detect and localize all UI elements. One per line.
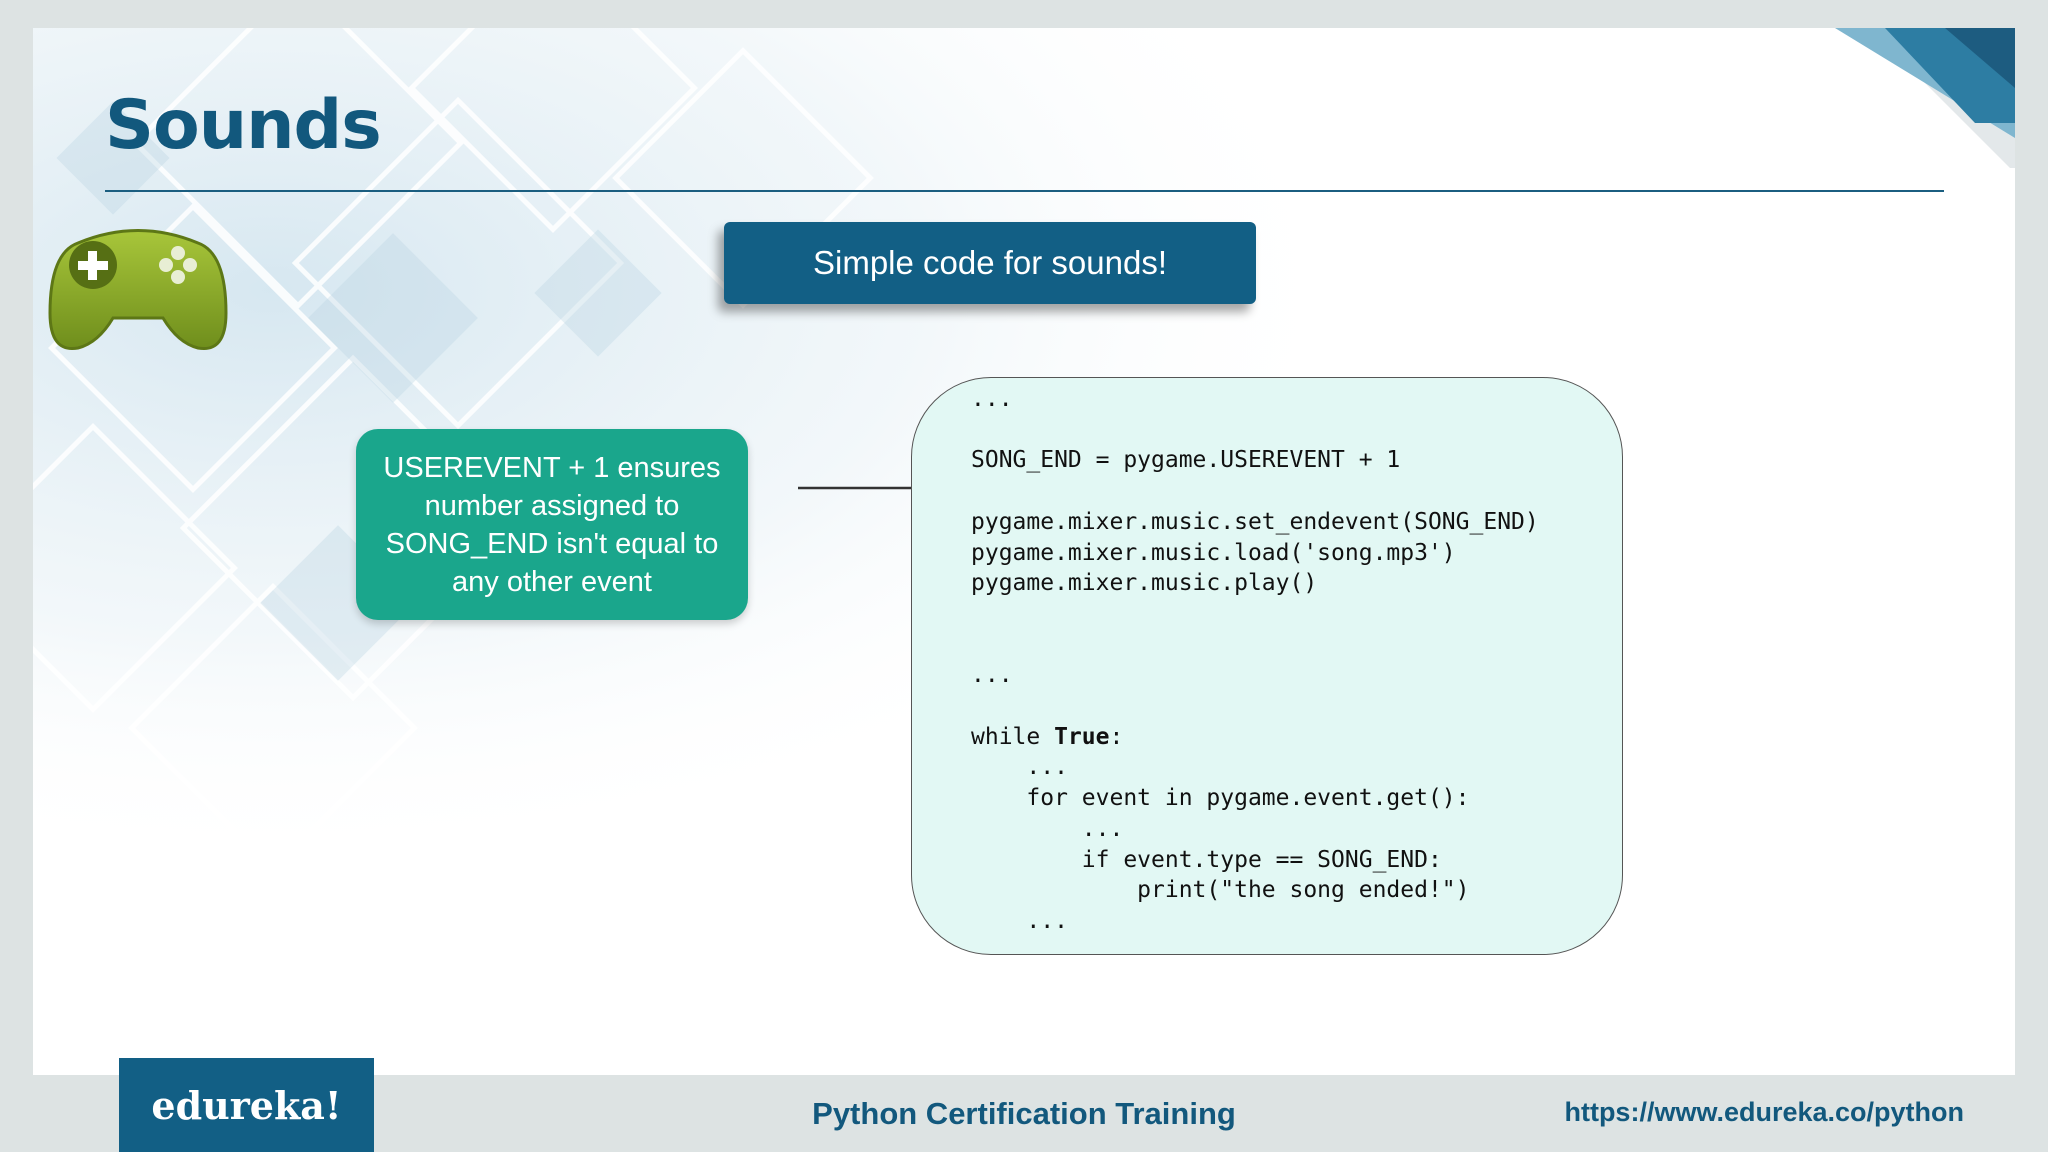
banner-simple-code: Simple code for sounds!: [724, 222, 1256, 304]
corner-decoration: [1835, 28, 2015, 168]
code-line: ...: [971, 662, 1013, 689]
code-line: pygame.mixer.music.play(): [971, 570, 1318, 597]
gamepad-icon: [48, 229, 228, 351]
footer-url-link[interactable]: https://www.edureka.co/python: [1564, 1097, 1964, 1128]
code-line: for event in pygame.event.get():: [971, 785, 1470, 812]
code-line: ...: [971, 754, 1068, 781]
callout-note: USEREVENT + 1 ensures number assigned to…: [356, 429, 748, 620]
code-line: if event.type == SONG_END:: [971, 846, 1442, 873]
callout-text: USEREVENT + 1 ensures number assigned to…: [383, 451, 721, 598]
code-line: SONG_END = pygame.USEREVENT + 1: [971, 447, 1401, 474]
code-line: ...: [971, 386, 1013, 412]
code-line: while True:: [971, 723, 1124, 750]
code-line: print("the song ended!"): [971, 877, 1470, 904]
code-line: pygame.mixer.music.load('song.mp3'): [971, 539, 1456, 566]
keyword-true: True: [1054, 723, 1110, 750]
code-line: pygame.mixer.music.set_endevent(SONG_END…: [971, 508, 1539, 535]
code-line: ...: [971, 907, 1068, 934]
banner-label: Simple code for sounds!: [812, 244, 1168, 281]
title-divider: [105, 190, 1944, 192]
slide-title: Sounds: [105, 86, 382, 165]
code-line: ...: [971, 815, 1124, 842]
code-block: ... SONG_END = pygame.USEREVENT + 1 pyga…: [971, 384, 1539, 937]
arrow-right-icon: [798, 483, 924, 493]
